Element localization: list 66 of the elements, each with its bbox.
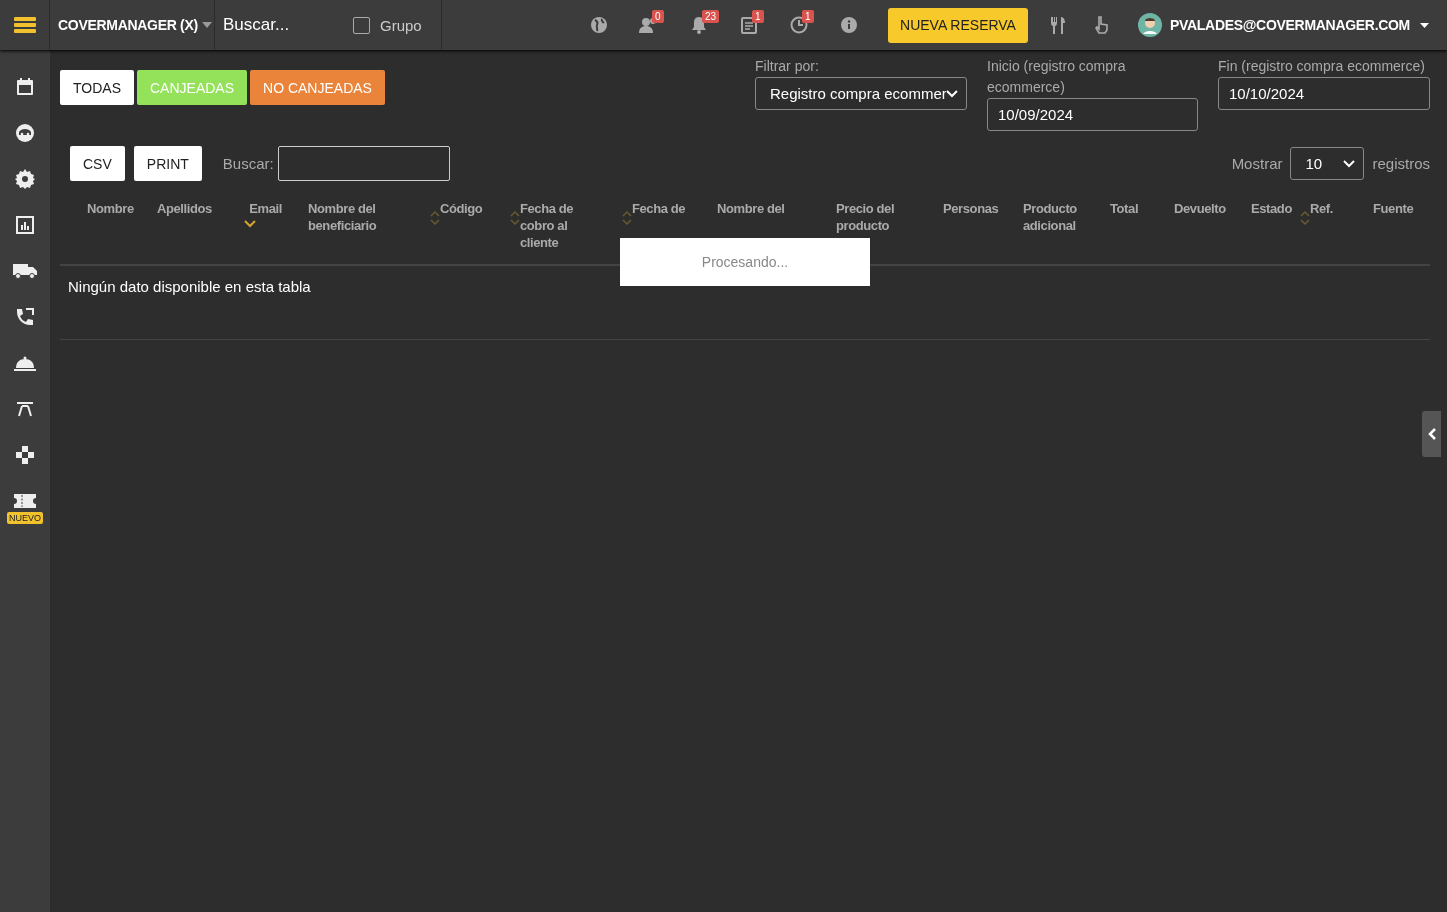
user-menu[interactable]: PVALADES@COVERMANAGER.COM	[1169, 17, 1410, 33]
count-badge: 23	[702, 10, 720, 23]
caret-icon[interactable]	[1420, 22, 1429, 28]
column-header[interactable]: Fecha de	[632, 200, 686, 217]
column-header[interactable]: Precio del producto	[836, 200, 908, 234]
end-date-label: Fin (registro compra ecommerce)	[1218, 57, 1426, 76]
count-badge: 0	[652, 10, 664, 23]
sort-descending-icon[interactable]	[244, 220, 256, 228]
gear-icon[interactable]	[15, 169, 35, 189]
column-header[interactable]: Nombre del	[717, 200, 785, 217]
column-header[interactable]: Email	[249, 200, 282, 217]
column-header[interactable]: Código	[440, 200, 483, 217]
column-header[interactable]: Personas	[943, 200, 999, 217]
phone-icon[interactable]	[15, 307, 35, 327]
chevron-down-icon	[946, 89, 958, 98]
column-header[interactable]: Fecha de cobro al cliente	[520, 200, 592, 251]
filter-select[interactable]: Registro compra ecommer	[755, 77, 967, 110]
filter-label: Filtrar por:	[755, 57, 820, 76]
brand-selector[interactable]: COVERMANAGER (X)	[58, 17, 198, 33]
cloche-icon[interactable]	[14, 355, 36, 371]
processing-indicator: Procesando...	[620, 238, 870, 286]
group-checkbox[interactable]	[353, 16, 370, 34]
chart-icon[interactable]	[16, 216, 34, 234]
puzzle-icon[interactable]	[15, 445, 35, 465]
column-header[interactable]: Nombre del beneficiario	[308, 200, 380, 234]
avatar-icon[interactable]	[1137, 13, 1162, 37]
page-size-select[interactable]: 10	[1290, 147, 1365, 180]
records-label: registros	[1372, 155, 1430, 172]
start-date-field[interactable]: 10/09/2024	[987, 98, 1198, 131]
new-reservation-button[interactable]: NUEVA RESERVA	[888, 7, 1028, 43]
face-icon[interactable]	[15, 123, 35, 143]
chevron-down-icon	[1343, 159, 1356, 168]
search-field[interactable]: Buscar...	[221, 14, 343, 36]
caret-icon	[201, 22, 212, 28]
export-button[interactable]: PRINT	[133, 146, 202, 181]
table-icon[interactable]	[16, 401, 34, 417]
side-panel-toggle[interactable]	[1422, 411, 1441, 457]
column-header[interactable]: Estado	[1251, 200, 1292, 217]
new-badge: NUEVO	[7, 512, 43, 524]
end-date-field[interactable]: 10/10/2024	[1218, 77, 1430, 110]
table-search-field[interactable]	[277, 146, 450, 181]
search-label: Buscar:	[222, 155, 274, 172]
show-label: Mostrar	[1231, 155, 1283, 172]
group-label: Grupo	[380, 16, 422, 34]
info-icon[interactable]	[841, 17, 858, 33]
column-header[interactable]: Fuente	[1373, 200, 1414, 217]
truck-icon[interactable]	[13, 262, 37, 280]
ticket-icon[interactable]	[14, 494, 36, 508]
start-date-label: Inicio (registro compra ecommerce)	[987, 57, 1127, 97]
menu-icon[interactable]	[13, 16, 36, 34]
chevron-left-icon	[1427, 428, 1436, 440]
column-header[interactable]: Producto adicional	[1023, 200, 1095, 234]
filter-tab[interactable]: TODAS	[60, 70, 134, 105]
fork-knife-icon[interactable]	[1049, 16, 1066, 34]
column-header[interactable]: Nombre	[87, 200, 134, 217]
export-button[interactable]: CSV	[70, 146, 125, 181]
calendar-icon[interactable]	[16, 78, 34, 96]
count-badge: 1	[752, 10, 764, 23]
column-header[interactable]: Devuelto	[1174, 200, 1226, 217]
column-header[interactable]: Apellidos	[157, 200, 212, 217]
empty-message: Ningún dato disponible en esta tabla	[68, 278, 311, 295]
hand-pointer-icon[interactable]	[1093, 16, 1110, 34]
column-header[interactable]: Total	[1110, 200, 1139, 217]
column-header[interactable]: Ref.	[1310, 200, 1333, 217]
globe-icon[interactable]	[590, 16, 609, 34]
count-badge: 1	[802, 10, 814, 23]
